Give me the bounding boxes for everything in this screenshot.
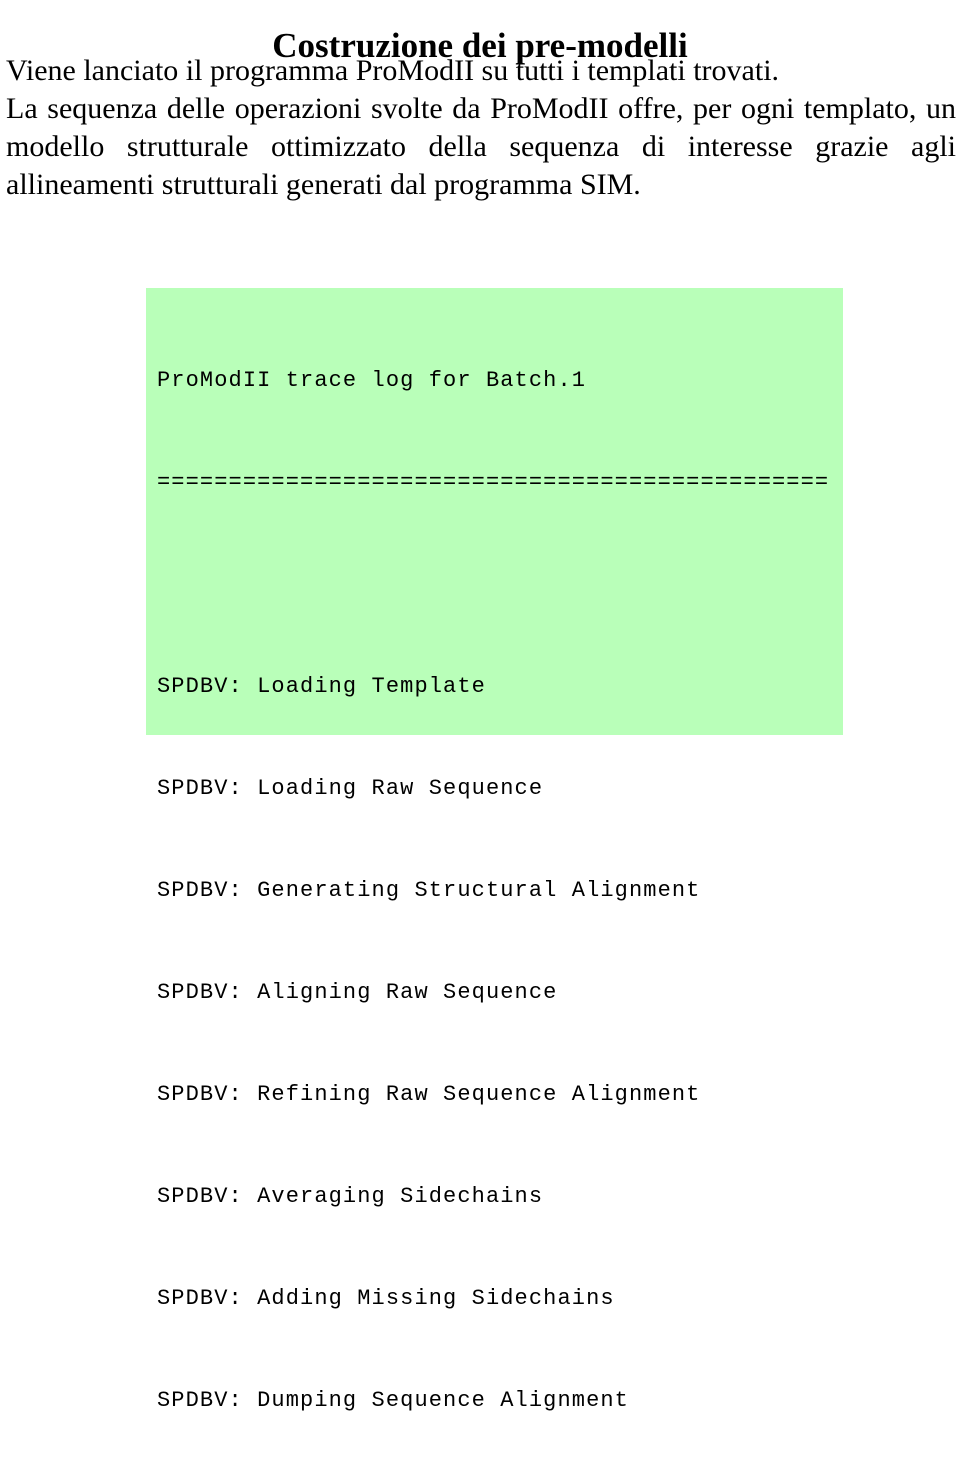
log-line: SPDBV: Aligning Raw Sequence [157, 980, 558, 1005]
log-line: SPDBV: Generating Structural Alignment [157, 878, 701, 903]
trace-log-panel: ProModII trace log for Batch.1 =========… [146, 288, 843, 1413]
log-line: SPDBV: Loading Template [157, 674, 486, 699]
trace-log-text: ProModII trace log for Batch.1 =========… [157, 296, 960, 1470]
log-line: SPDBV: Dumping Sequence Alignment [157, 1388, 629, 1413]
log-header-line: ProModII trace log for Batch.1 [157, 368, 587, 393]
log-line: SPDBV: Refining Raw Sequence Alignment [157, 1082, 701, 1107]
body-paragraph: Viene lanciato il programma ProModII su … [6, 52, 956, 204]
paragraph-line-intro: Viene lanciato il programma ProModII su … [6, 54, 780, 87]
log-blank-line [157, 568, 960, 602]
paragraph-line-body: La sequenza delle operazioni svolte da P… [6, 92, 956, 201]
log-separator-rule: ========================================… [157, 470, 830, 495]
log-line: SPDBV: Adding Missing Sidechains [157, 1286, 615, 1311]
log-line: SPDBV: Averaging Sidechains [157, 1184, 544, 1209]
log-line: SPDBV: Loading Raw Sequence [157, 776, 544, 801]
